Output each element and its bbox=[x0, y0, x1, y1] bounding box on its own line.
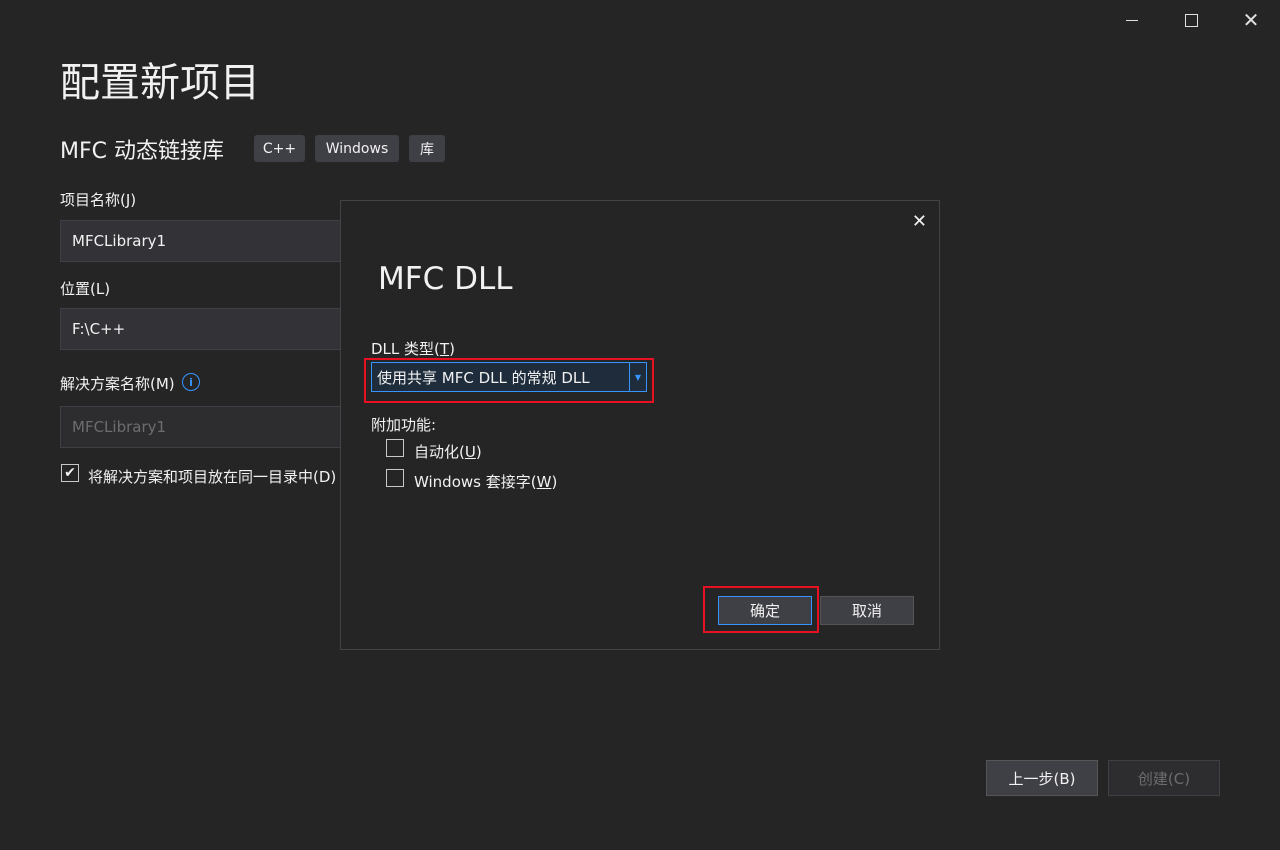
info-icon[interactable]: i bbox=[182, 373, 200, 391]
maximize-icon bbox=[1184, 13, 1198, 27]
create-button: 创建(C) bbox=[1108, 760, 1220, 796]
minimize-icon bbox=[1126, 19, 1138, 21]
checkmark-icon: ✔ bbox=[64, 465, 76, 481]
automation-checkbox[interactable] bbox=[386, 439, 404, 457]
project-name-label: 项目名称(J) bbox=[60, 191, 137, 209]
tag-platform: Windows bbox=[315, 135, 399, 162]
maximize-button[interactable] bbox=[1171, 6, 1211, 34]
dialog-title: MFC DLL bbox=[378, 261, 513, 297]
automation-label: 自动化(U) bbox=[414, 443, 482, 461]
page-title: 配置新项目 bbox=[60, 60, 260, 106]
sockets-label: Windows 套接字(W) bbox=[414, 473, 558, 491]
chevron-down-icon: ▼ bbox=[629, 363, 646, 391]
mfc-dll-dialog: ✕ MFC DLL DLL 类型(T) 使用共享 MFC DLL 的常规 DLL… bbox=[340, 200, 940, 650]
tag-language: C++ bbox=[254, 135, 305, 162]
close-icon: ✕ bbox=[1242, 8, 1260, 32]
tag-type: 库 bbox=[409, 135, 445, 162]
cancel-button[interactable]: 取消 bbox=[820, 596, 914, 625]
dll-type-label: DLL 类型(T) bbox=[371, 340, 455, 358]
dll-type-value: 使用共享 MFC DLL 的常规 DLL bbox=[377, 368, 590, 387]
minimize-button[interactable] bbox=[1112, 6, 1152, 34]
template-name: MFC 动态链接库 bbox=[60, 139, 224, 164]
close-icon: ✕ bbox=[911, 211, 927, 232]
same-dir-label: 将解决方案和项目放在同一目录中(D) bbox=[88, 468, 337, 486]
back-button[interactable]: 上一步(B) bbox=[986, 760, 1098, 796]
location-label: 位置(L) bbox=[60, 280, 111, 298]
sockets-checkbox[interactable] bbox=[386, 469, 404, 487]
ok-button[interactable]: 确定 bbox=[718, 596, 812, 625]
extra-features-label: 附加功能: bbox=[371, 416, 437, 434]
dialog-close-button[interactable]: ✕ bbox=[912, 211, 927, 232]
solution-name-label: 解决方案名称(M) bbox=[60, 375, 175, 393]
dll-type-dropdown[interactable]: 使用共享 MFC DLL 的常规 DLL ▼ bbox=[371, 362, 647, 392]
same-dir-checkbox[interactable]: ✔ bbox=[61, 464, 79, 482]
close-window-button[interactable]: ✕ bbox=[1231, 6, 1271, 34]
